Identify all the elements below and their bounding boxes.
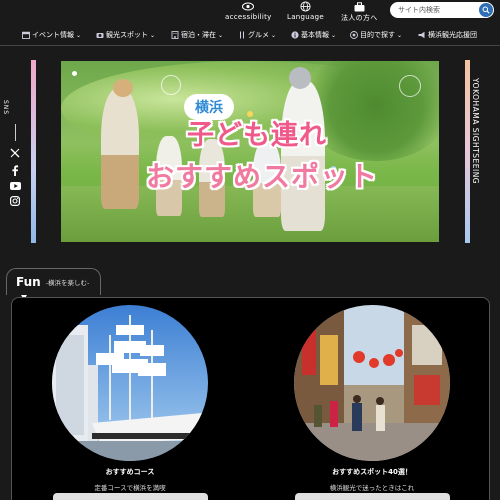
fork-knife-icon	[238, 31, 246, 39]
nav-item-events[interactable]: イベント情報 ⌄	[22, 28, 81, 42]
nav-label: イベント情報	[32, 31, 74, 39]
chevron-down-icon: ⌄	[150, 31, 156, 39]
card-recommended-spots[interactable]: おすすめスポット40選！ 横浜観光で迷ったときはこれ	[294, 305, 450, 492]
nav-item-stay[interactable]: 宿泊・滞在 ⌄	[171, 28, 223, 42]
x-icon[interactable]	[9, 147, 21, 159]
card-image-chinatown	[294, 305, 450, 461]
calendar-icon	[22, 31, 30, 39]
site-search	[390, 2, 494, 18]
hero-title: 横浜 子ども連れ おすすめスポット	[61, 61, 439, 242]
search-icon	[482, 6, 490, 14]
chevron-down-icon: ⌄	[331, 31, 337, 39]
instagram-icon[interactable]	[9, 195, 21, 207]
target-icon	[350, 31, 358, 39]
section-subtitle: -横浜を楽しむ-	[45, 279, 90, 287]
card-description: 定番コースで横浜を満喫	[94, 484, 166, 492]
facebook-icon[interactable]	[9, 164, 21, 176]
corporate-link[interactable]: 法人の方へ	[341, 1, 378, 23]
nav-label: 基本情報	[301, 31, 329, 39]
nav-item-purpose[interactable]: 目的で探す ⌄	[350, 28, 402, 42]
language-link[interactable]: Language	[287, 1, 324, 21]
chevron-down-icon: ⌄	[218, 31, 224, 39]
language-label: Language	[287, 13, 324, 21]
chevron-down-icon: ⌄	[76, 31, 82, 39]
nav-label: 観光スポット	[106, 31, 148, 39]
left-accent-rail	[31, 60, 36, 243]
right-accent-rail	[465, 60, 470, 243]
chevron-down-icon: ⌄	[397, 31, 403, 39]
nav-label: 横浜観光応援団	[428, 31, 477, 39]
nav-label: 目的で探す	[360, 31, 395, 39]
search-input[interactable]	[390, 6, 472, 14]
next-card-peek	[53, 493, 208, 500]
fun-section-tab: Fun -横浜を楽しむ-	[6, 268, 101, 300]
sns-divider	[15, 124, 16, 141]
nav-item-spots[interactable]: 観光スポット ⌄	[96, 28, 155, 42]
nav-item-supporters[interactable]: 横浜観光応援団	[418, 28, 477, 42]
card-description: 横浜観光で迷ったときはこれ	[329, 484, 415, 492]
corporate-label: 法人の方へ	[341, 14, 378, 22]
hotel-icon	[171, 31, 179, 39]
card-title: おすすめコース	[105, 468, 155, 476]
vertical-site-title: YOKOHAMA SIGHTSEEING	[471, 78, 480, 185]
main-nav: イベント情報 ⌄ 観光スポット ⌄ 宿泊・滞在 ⌄ グルメ ⌄ 基本情報 ⌄ 目…	[0, 28, 500, 44]
card-image-ship	[52, 305, 208, 461]
nav-label: 宿泊・滞在	[181, 31, 216, 39]
next-card-peek	[295, 493, 450, 500]
section-title: Fun	[16, 275, 41, 289]
card-title: おすすめスポット40選！	[332, 468, 412, 476]
accessibility-link[interactable]: accessibility	[225, 1, 272, 21]
globe-icon	[300, 1, 311, 12]
chevron-down-icon: ⌄	[271, 31, 277, 39]
nav-item-basic-info[interactable]: 基本情報 ⌄	[291, 28, 336, 42]
nav-divider	[0, 45, 500, 46]
youtube-icon[interactable]	[9, 180, 21, 192]
nav-label: グルメ	[248, 31, 269, 39]
search-button[interactable]	[479, 3, 493, 17]
accessibility-label: accessibility	[225, 13, 272, 21]
eye-icon	[242, 1, 255, 12]
sns-label: SNS	[2, 100, 9, 116]
hero-title-line2: おすすめスポット	[146, 160, 379, 193]
briefcase-icon	[354, 1, 365, 12]
nav-item-gourmet[interactable]: グルメ ⌄	[238, 28, 276, 42]
hero-banner[interactable]: 横浜 子ども連れ おすすめスポット	[61, 61, 439, 242]
utility-bar: accessibility Language 法人の方へ	[0, 0, 500, 26]
megaphone-icon	[418, 31, 426, 39]
info-icon	[291, 31, 299, 39]
hero-title-line1: 子ども連れ	[187, 120, 327, 151]
camera-icon	[96, 31, 104, 39]
card-recommended-course[interactable]: おすすめコース 定番コースで横浜を満喫	[52, 305, 208, 492]
